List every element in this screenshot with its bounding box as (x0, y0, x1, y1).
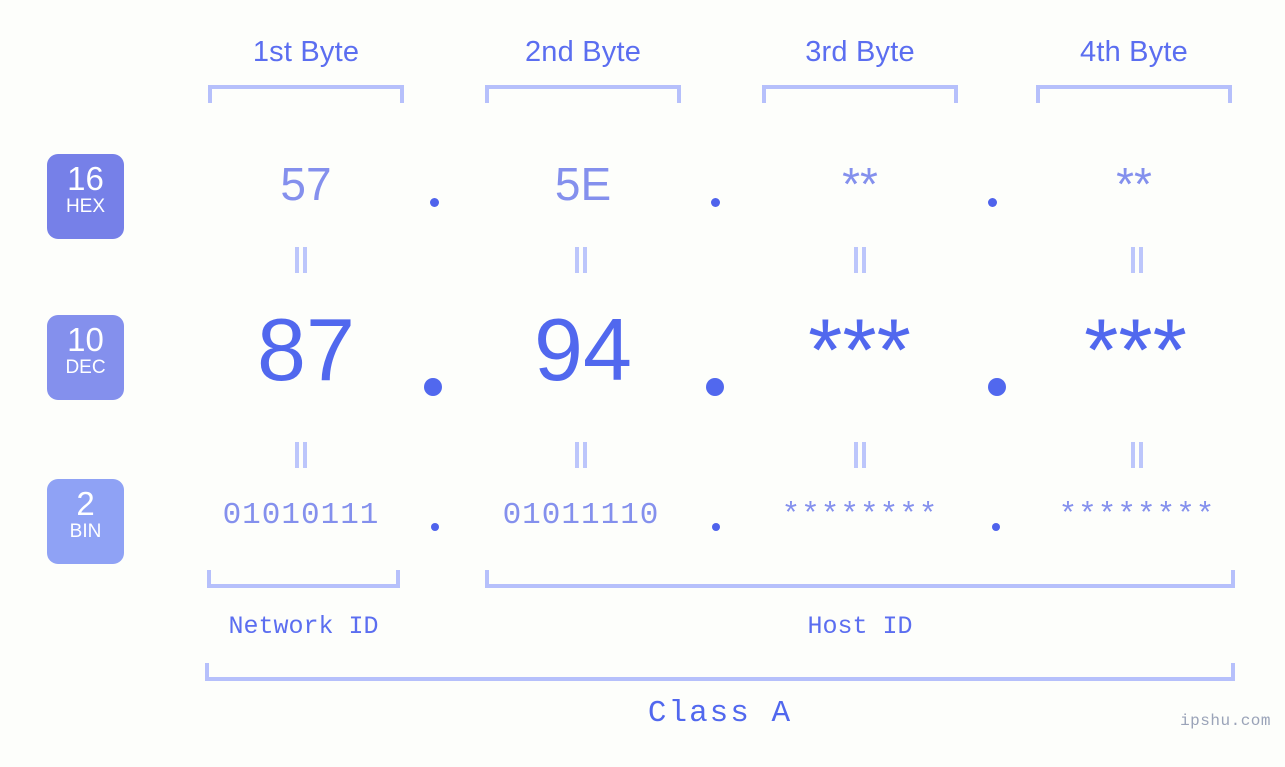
base-badge-bin-number: 2 (76, 485, 95, 522)
dec-dot-2 (706, 378, 724, 396)
network-id-bracket (207, 570, 400, 588)
dec-byte-2: 94 (534, 300, 632, 399)
bin-byte-4: ******** (1058, 498, 1216, 533)
equals-connector-1-2 (573, 247, 589, 273)
byte-bracket-top-4 (1036, 85, 1232, 103)
bin-byte-3: ******** (781, 498, 939, 533)
dec-byte-1: 87 (257, 300, 355, 399)
equals-connector-2-3 (852, 442, 868, 468)
hex-dot-2 (711, 198, 720, 207)
byte-bracket-top-3 (762, 85, 958, 103)
byte-header-3: 3rd Byte (805, 36, 915, 68)
host-id-label: Host ID (807, 612, 913, 641)
base-badge-dec: 10 DEC (47, 315, 124, 400)
base-badge-hex-number: 16 (67, 160, 104, 197)
equals-connector-1-4 (1129, 247, 1145, 273)
network-id-label: Network ID (228, 612, 379, 641)
byte-bracket-top-2 (485, 85, 681, 103)
byte-header-2: 2nd Byte (524, 36, 642, 68)
equals-connector-2-1 (293, 442, 309, 468)
host-id-bracket (485, 570, 1235, 588)
equals-connector-2-4 (1129, 442, 1145, 468)
equals-connector-1-3 (852, 247, 868, 273)
bin-byte-2: 01011110 (502, 498, 660, 533)
dec-dot-3 (988, 378, 1006, 396)
bin-byte-1: 01010111 (222, 498, 380, 533)
hex-dot-3 (988, 198, 997, 207)
base-badge-bin-name: BIN (69, 521, 102, 542)
equals-connector-2-2 (573, 442, 589, 468)
bin-dot-1 (431, 523, 439, 531)
site-watermark: ipshu.com (1180, 712, 1271, 730)
base-badge-hex-name: HEX (65, 196, 106, 217)
base-badge-dec-name: DEC (65, 357, 106, 378)
byte-header-4: 4th Byte (1080, 36, 1188, 68)
byte-bracket-top-1 (208, 85, 404, 103)
hex-dot-1 (430, 198, 439, 207)
ip-address-breakdown-diagram: 1st Byte 2nd Byte 3rd Byte 4th Byte 16 H… (0, 0, 1285, 767)
class-bracket (205, 663, 1235, 681)
base-badge-hex: 16 HEX (47, 154, 124, 239)
base-badge-bin: 2 BIN (47, 479, 124, 564)
dec-byte-3: *** (808, 300, 911, 399)
hex-byte-3: ** (842, 158, 878, 210)
dec-dot-1 (424, 378, 442, 396)
class-label: Class A (647, 696, 793, 731)
equals-connector-1-1 (293, 247, 309, 273)
hex-byte-1: 57 (280, 158, 332, 210)
bin-dot-3 (992, 523, 1000, 531)
dec-byte-4: *** (1084, 300, 1187, 399)
bin-dot-2 (712, 523, 720, 531)
byte-header-1: 1st Byte (252, 36, 360, 68)
base-badge-dec-number: 10 (67, 321, 104, 358)
hex-byte-4: ** (1116, 158, 1152, 210)
hex-byte-2: 5E (554, 158, 612, 210)
